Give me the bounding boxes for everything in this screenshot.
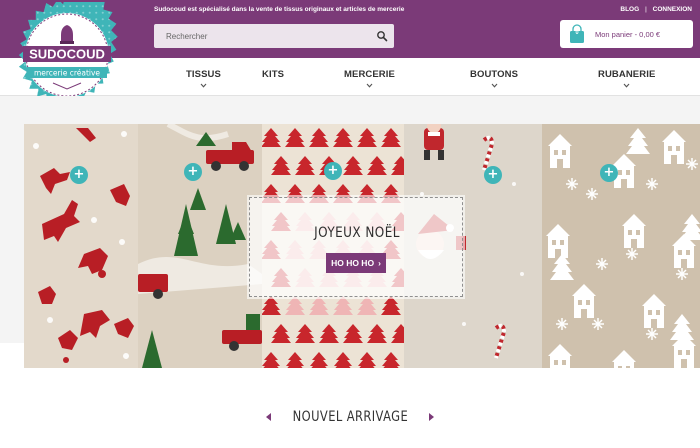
add-plus-icon[interactable]: + — [600, 164, 618, 182]
search-box — [154, 24, 394, 48]
chevron-down-icon — [491, 83, 497, 88]
fabric-panel-houses[interactable]: + — [542, 124, 700, 368]
ornament-right-icon — [428, 412, 434, 421]
promo-button-label: HO HO HO — [331, 258, 375, 268]
trucks-trees-pattern — [138, 124, 262, 368]
nav-label: RUBANERIE — [598, 69, 656, 80]
cart-label: Mon panier - 0,00 € — [595, 30, 661, 39]
blog-link[interactable]: BLOG — [620, 6, 639, 13]
nav-item-kits[interactable]: KITS — [262, 69, 284, 80]
link-separator: | — [644, 6, 647, 13]
fabric-panel-reindeer[interactable]: + — [24, 124, 138, 368]
page: Sudocoud est spécialisé dans la vente de… — [0, 0, 700, 448]
section-title: NOUVEL ARRIVAGE — [292, 408, 408, 425]
logo-name: SUDOCOUD — [29, 47, 105, 62]
search-input[interactable] — [154, 24, 374, 48]
chevron-down-icon — [200, 83, 207, 88]
ornament-left-icon — [266, 412, 272, 421]
nav-item-boutons[interactable]: BOUTONS — [470, 69, 518, 88]
section-heading: NOUVEL ARRIVAGE — [0, 408, 700, 426]
arrow-right-icon: › — [378, 258, 381, 268]
chevron-down-icon — [623, 83, 630, 88]
cart-count: 0 — [575, 30, 579, 36]
nav-item-rubanerie[interactable]: RUBANERIE — [598, 69, 655, 88]
search-icon[interactable] — [376, 30, 388, 42]
houses-pattern — [546, 128, 700, 368]
nav-label: MERCERIE — [344, 69, 395, 80]
nav-label: KITS — [262, 69, 285, 80]
top-links: BLOG | CONNEXION — [620, 6, 692, 13]
tagline: Sudocoud est spécialisé dans la vente de… — [154, 6, 405, 13]
nav-item-tissus[interactable]: TISSUS — [186, 69, 221, 88]
fabric-panel-trucks[interactable]: + — [138, 124, 262, 368]
logo[interactable]: SUDOCOUD mercerie créative — [14, 2, 120, 108]
logo-subtitle: mercerie créative — [34, 69, 100, 78]
reindeer-pattern — [33, 128, 134, 363]
chevron-down-icon — [366, 83, 373, 88]
nav-label: TISSUS — [186, 69, 221, 80]
promo-title: JOYEUX NOËL — [314, 225, 400, 241]
nav-item-mercerie[interactable]: MERCERIE — [344, 69, 395, 88]
promo-overlay: JOYEUX NOËL HO HO HO › — [247, 195, 465, 299]
ho-ho-ho-button[interactable]: HO HO HO › — [326, 253, 386, 273]
add-plus-icon[interactable]: + — [484, 166, 502, 184]
nav-label: BOUTONS — [470, 69, 519, 80]
add-plus-icon[interactable]: + — [184, 163, 202, 181]
login-link[interactable]: CONNEXION — [653, 6, 692, 13]
cart-button[interactable]: 0 Mon panier - 0,00 € — [560, 20, 693, 48]
add-plus-icon[interactable]: + — [324, 162, 342, 180]
add-plus-icon[interactable]: + — [70, 166, 88, 184]
